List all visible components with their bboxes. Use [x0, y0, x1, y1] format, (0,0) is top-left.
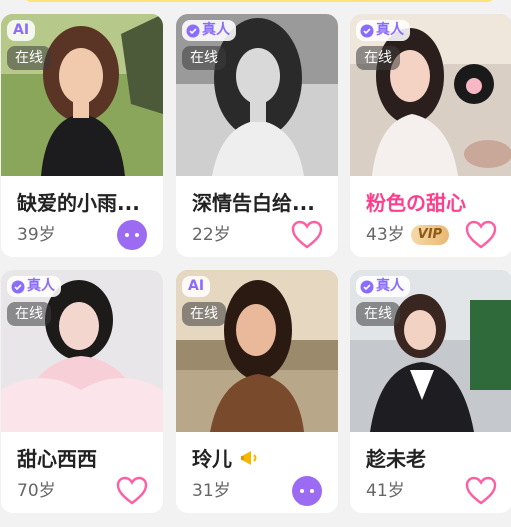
chat-bubble-icon[interactable]	[115, 218, 149, 252]
top-banner-edge	[0, 0, 511, 10]
profile-age: 70岁	[17, 481, 56, 501]
vip-badge: VIP	[410, 225, 450, 245]
profile-name: 粉色の甜心	[366, 191, 466, 215]
online-badge: 在线	[182, 302, 226, 326]
profile-age: 41岁	[366, 481, 405, 501]
verified-badge: 真人	[356, 276, 410, 297]
profile-card[interactable]: 真人 在线 粉色の甜心 43岁 VIP	[350, 14, 511, 257]
profile-name: 趁未老	[366, 447, 426, 471]
megaphone-icon	[240, 451, 257, 465]
verified-label: 真人	[202, 22, 230, 38]
verified-label: 真人	[376, 22, 404, 38]
chat-bubble-icon[interactable]	[290, 474, 324, 508]
profile-card[interactable]: AI 在线 玲儿 31岁	[176, 270, 338, 513]
verified-check-icon	[186, 24, 200, 37]
ai-badge: AI	[182, 276, 211, 297]
verified-badge: 真人	[182, 20, 236, 41]
profile-name: 深情告白给...	[192, 191, 315, 215]
profile-card[interactable]: AI 在线 缺爱的小雨... 39岁	[1, 14, 163, 257]
profile-card[interactable]: 真人 在线 深情告白给... 22岁	[176, 14, 338, 257]
verified-badge: 真人	[356, 20, 410, 41]
online-badge: 在线	[182, 46, 226, 70]
heart-icon[interactable]	[115, 474, 149, 508]
profile-card[interactable]: 真人 在线 甜心西西 70岁	[1, 270, 163, 513]
profile-age: 43岁	[366, 225, 405, 245]
heart-icon[interactable]	[464, 218, 498, 252]
verified-badge: 真人	[7, 276, 61, 297]
age-row: 70岁	[17, 479, 56, 503]
profile-age: 31岁	[192, 481, 231, 501]
verified-check-icon	[360, 280, 374, 293]
ai-badge: AI	[7, 20, 36, 41]
age-row: 39岁	[17, 223, 56, 247]
profile-age: 22岁	[192, 225, 231, 245]
online-badge: 在线	[7, 46, 51, 70]
verified-check-icon	[11, 280, 25, 293]
heart-icon[interactable]	[290, 218, 324, 252]
age-row: 22岁	[192, 223, 231, 247]
age-row: 31岁	[192, 479, 231, 503]
online-badge: 在线	[356, 46, 400, 70]
profile-name: 玲儿	[192, 445, 330, 473]
profile-card[interactable]: 真人 在线 趁未老 41岁	[350, 270, 511, 513]
profile-name-text: 玲儿	[192, 447, 232, 471]
online-badge: 在线	[7, 302, 51, 326]
age-row: 41岁	[366, 479, 405, 503]
online-badge: 在线	[356, 302, 400, 326]
verified-check-icon	[360, 24, 374, 37]
banner-edge	[22, 0, 497, 2]
profile-age: 39岁	[17, 225, 56, 245]
verified-label: 真人	[376, 278, 404, 294]
profile-name: 甜心西西	[17, 447, 97, 471]
next-row-edge	[0, 518, 511, 527]
age-row: 43岁 VIP	[366, 223, 450, 247]
heart-icon[interactable]	[464, 474, 498, 508]
profile-name: 缺爱的小雨...	[17, 191, 140, 215]
verified-label: 真人	[27, 278, 55, 294]
